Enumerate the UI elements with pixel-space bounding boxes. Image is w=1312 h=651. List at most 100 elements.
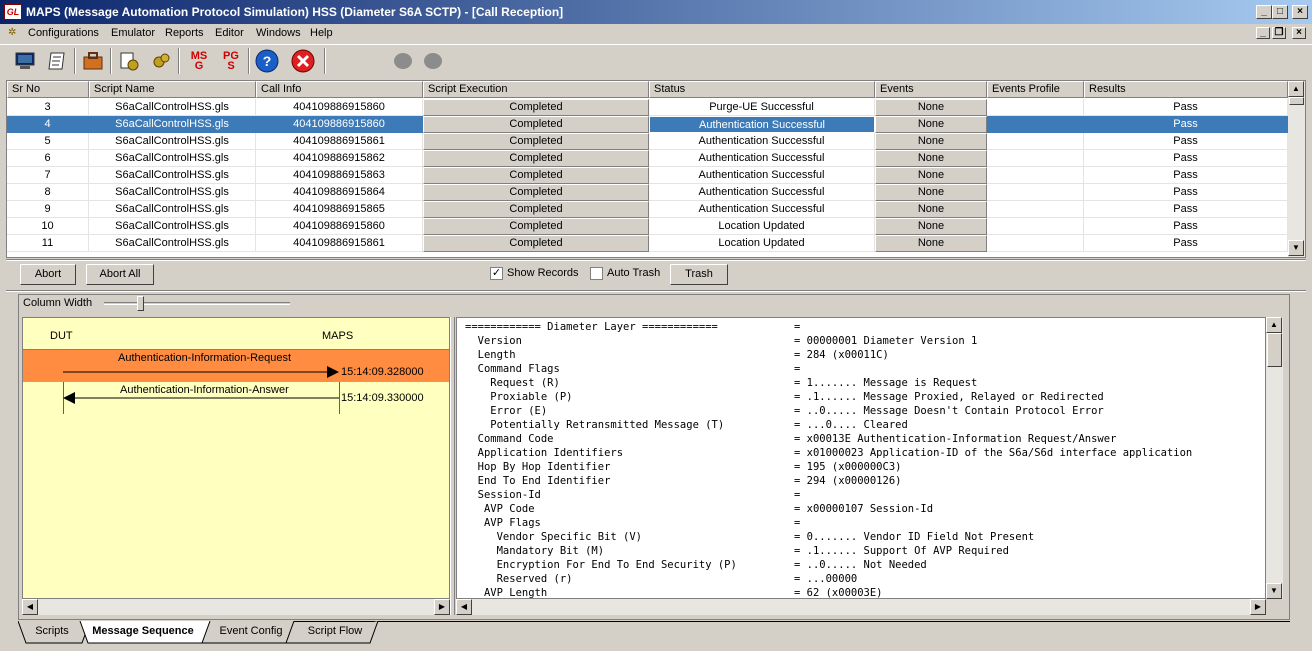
status-cell: Authentication Successful	[649, 116, 875, 133]
pgs-icon[interactable]: PG S	[218, 48, 244, 74]
status-cell: Authentication Successful	[649, 150, 875, 167]
notepad-icon[interactable]	[44, 48, 70, 74]
scroll-left-button[interactable]: ◀	[456, 599, 472, 615]
abort-all-button[interactable]: Abort All	[86, 264, 154, 285]
scroll-up-button[interactable]: ▲	[1266, 317, 1282, 333]
events-cell[interactable]: None	[875, 184, 987, 201]
sequence-hscrollbar[interactable]	[22, 599, 450, 615]
pane-splitter[interactable]	[450, 317, 455, 615]
sequence-diagram: DUT MAPS Authentication-Information-Requ…	[22, 317, 450, 599]
column-header-sr-no[interactable]: Sr No	[7, 81, 89, 98]
help-icon[interactable]: ?	[254, 48, 280, 74]
decode-field-name: Encryption For End To End Security (P)	[465, 559, 737, 571]
decode-field-name: AVP Length	[465, 587, 548, 599]
tab-scripts[interactable]: Scripts	[30, 621, 74, 643]
child-minimize-button[interactable]: _	[1256, 27, 1270, 39]
close-button[interactable]: ×	[1292, 5, 1308, 19]
minimize-button[interactable]: _	[1256, 5, 1272, 19]
decode-field-value: = ...0.... Cleared	[794, 419, 908, 431]
column-width-track[interactable]	[104, 302, 290, 305]
sequence-message-row[interactable]: Authentication-Information-Request 15:14…	[23, 350, 449, 382]
events-cell[interactable]: None	[875, 99, 987, 116]
msg-icon[interactable]: MS G	[186, 48, 212, 74]
scroll-thumb[interactable]	[1289, 97, 1304, 105]
column-header-events[interactable]: Events	[875, 81, 987, 98]
menu-reports[interactable]: Reports	[165, 26, 204, 40]
script-execution-cell[interactable]: Completed	[423, 99, 649, 116]
child-restore-button[interactable]: ❐	[1272, 27, 1286, 39]
script-execution-cell[interactable]: Completed	[423, 116, 649, 133]
briefcase-icon[interactable]	[80, 48, 106, 74]
abort-button[interactable]: Abort	[20, 264, 76, 285]
table-scrollbar[interactable]	[1288, 81, 1305, 257]
script-execution-cell[interactable]: Completed	[423, 167, 649, 184]
events-profile-cell	[987, 201, 1084, 218]
script-execution-cell[interactable]: Completed	[423, 150, 649, 167]
events-cell[interactable]: None	[875, 116, 987, 133]
events-profile-cell	[987, 235, 1084, 252]
status-led-icon	[394, 53, 412, 69]
scroll-left-button[interactable]: ◀	[22, 599, 38, 615]
menu-editor[interactable]: Editor	[215, 26, 244, 40]
decode-field-value: = 284 (x00011C)	[794, 349, 889, 361]
scroll-up-button[interactable]: ▲	[1288, 81, 1304, 97]
tab-message-sequence[interactable]: Message Sequence	[86, 621, 200, 643]
column-header-events-profile[interactable]: Events Profile	[987, 81, 1084, 98]
script-execution-cell[interactable]: Completed	[423, 201, 649, 218]
scroll-down-button[interactable]: ▼	[1266, 583, 1282, 599]
menu-configurations[interactable]: Configurations	[28, 26, 99, 40]
column-header-script-execution[interactable]: Script Execution	[423, 81, 649, 98]
column-header-results[interactable]: Results	[1084, 81, 1288, 98]
column-width-slider[interactable]	[137, 296, 144, 311]
events-cell[interactable]: None	[875, 133, 987, 150]
script-name-cell: S6aCallControlHSS.gls	[89, 99, 256, 116]
menu-emulator[interactable]: Emulator	[111, 26, 155, 40]
monitor-icon[interactable]	[12, 48, 38, 74]
events-cell[interactable]: None	[875, 150, 987, 167]
tab-event-config[interactable]: Event Config	[214, 621, 288, 643]
configure-icon[interactable]	[116, 48, 142, 74]
events-cell[interactable]: None	[875, 167, 987, 184]
tab-script-flow[interactable]: Script Flow	[300, 621, 370, 643]
script-execution-cell[interactable]: Completed	[423, 235, 649, 252]
menu-help[interactable]: Help	[310, 26, 333, 40]
results-cell: Pass	[1084, 167, 1288, 184]
status-cell: Location Updated	[649, 235, 875, 252]
column-header-call-info[interactable]: Call Info	[256, 81, 423, 98]
stop-icon[interactable]	[290, 48, 316, 74]
status-cell: Purge-UE Successful	[649, 99, 875, 116]
trash-button[interactable]: Trash	[670, 264, 728, 285]
show-records-checkbox[interactable]: ✓	[490, 267, 503, 280]
call-info-cell: 404109886915861	[256, 133, 423, 150]
sequence-message-row[interactable]: Authentication-Information-Answer 15:14:…	[23, 382, 449, 414]
script-execution-cell[interactable]: Completed	[423, 184, 649, 201]
scroll-down-button[interactable]: ▼	[1288, 240, 1304, 256]
decode-field-value: = ...00000	[794, 573, 858, 585]
scroll-right-button[interactable]: ▶	[1250, 599, 1266, 615]
sr-no-cell: 6	[7, 150, 89, 167]
app-window: MAPS (Message Automation Protocol Simula…	[0, 0, 1312, 651]
script-name-cell: S6aCallControlHSS.gls	[89, 116, 256, 133]
maximize-button[interactable]: □	[1272, 5, 1288, 19]
script-execution-cell[interactable]: Completed	[423, 218, 649, 235]
decode-field-name: Hop By Hop Identifier	[465, 461, 611, 473]
results-cell: Pass	[1084, 150, 1288, 167]
events-cell[interactable]: None	[875, 218, 987, 235]
child-close-button[interactable]: ×	[1292, 27, 1306, 39]
column-header-status[interactable]: Status	[649, 81, 875, 98]
events-cell[interactable]: None	[875, 201, 987, 218]
scroll-thumb[interactable]	[1267, 333, 1282, 367]
gears-icon[interactable]	[148, 48, 174, 74]
decode-field-value: = 1....... Message is Request	[794, 377, 978, 389]
status-cell: Authentication Successful	[649, 133, 875, 150]
column-header-script-name[interactable]: Script Name	[89, 81, 256, 98]
events-cell[interactable]: None	[875, 235, 987, 252]
scroll-right-button[interactable]: ▶	[434, 599, 450, 615]
auto-trash-checkbox[interactable]	[590, 267, 603, 280]
events-profile-cell	[987, 116, 1084, 133]
detail-hscrollbar[interactable]	[456, 599, 1266, 615]
script-name-cell: S6aCallControlHSS.gls	[89, 133, 256, 150]
menu-windows[interactable]: Windows	[256, 26, 301, 40]
script-execution-cell[interactable]: Completed	[423, 133, 649, 150]
splitter[interactable]	[6, 259, 1306, 261]
